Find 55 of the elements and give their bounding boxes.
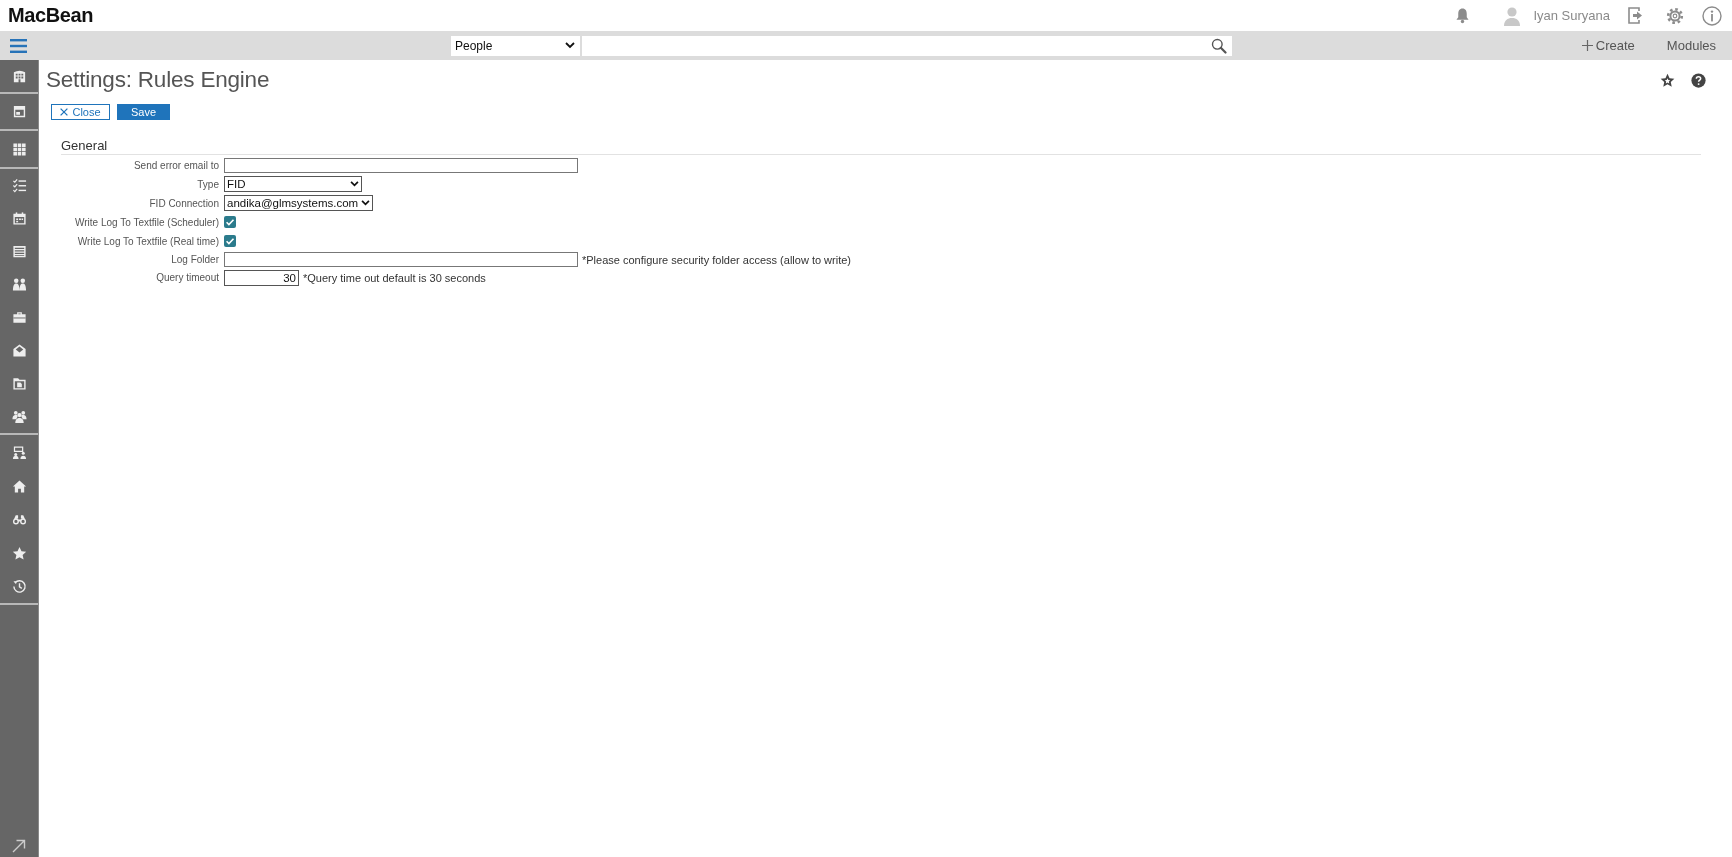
field-label: Write Log To Textfile (Scheduler) [75,216,219,228]
list-icon[interactable] [11,244,27,259]
envelope-icon[interactable] [11,343,27,358]
binoculars-icon[interactable] [11,512,27,527]
layout-icon[interactable] [11,104,27,119]
input-field[interactable] [224,158,578,173]
calendar-icon[interactable] [11,211,27,226]
chevron-down-icon [361,200,371,206]
home-icon[interactable] [11,478,27,494]
field-label: Log Folder [171,254,219,265]
logout-icon[interactable] [1627,6,1644,25]
dropdown[interactable]: andika@glmsystems.com [224,195,374,211]
close-icon [60,108,69,116]
plus-icon [1581,40,1593,51]
chevron-down-icon [565,42,575,49]
field-label: FID Connection [149,197,219,209]
section-title: General [61,138,108,153]
star-icon[interactable] [11,545,27,561]
app-logo[interactable]: MacBean [8,4,93,27]
create-button[interactable]: Create [1581,38,1635,53]
field-label: Write Log To Textfile (Real time) [77,235,219,247]
settings-icon[interactable] [1666,6,1684,25]
search-icon[interactable] [1211,37,1227,54]
checklist-icon[interactable] [11,178,27,193]
building-icon[interactable] [11,68,27,84]
grid-icon[interactable] [11,141,27,157]
number-field[interactable]: 30 [224,269,299,286]
checkbox[interactable] [224,216,236,228]
user-name[interactable]: Iyan Suryana [1533,8,1610,23]
help-icon[interactable] [1691,72,1706,88]
hint-text: *Query time out default is 30 seconds [303,271,486,284]
dropdown[interactable]: FID [224,176,362,192]
presentation-icon[interactable] [11,444,27,460]
field-label: Send error email to [133,160,219,171]
close-button[interactable]: Close [51,104,110,120]
modules-button[interactable]: Modules [1666,38,1716,53]
page-title: Settings: Rules Engine [46,67,270,93]
chevron-down-icon [350,181,359,187]
input-field[interactable] [224,252,578,267]
field-label: Query timeout [156,272,219,283]
save-button[interactable]: Save [117,104,170,120]
menu-icon[interactable] [10,38,27,53]
star-icon[interactable] [1660,72,1675,88]
clock-icon[interactable] [11,579,27,594]
briefcase-icon[interactable] [11,310,27,325]
search-field[interactable] [582,35,1232,56]
field-label: Type [197,178,219,190]
expand-arrow-icon[interactable] [12,839,26,853]
checkbox[interactable] [224,235,236,247]
two-people-icon[interactable] [11,277,27,292]
group-icon[interactable] [11,409,27,424]
hint-text: *Please configure security folder access (allow to write) [582,253,851,266]
search-scope-dropdown[interactable]: People [451,35,580,56]
info-icon[interactable] [1702,5,1722,26]
folder-icon[interactable] [11,376,27,391]
